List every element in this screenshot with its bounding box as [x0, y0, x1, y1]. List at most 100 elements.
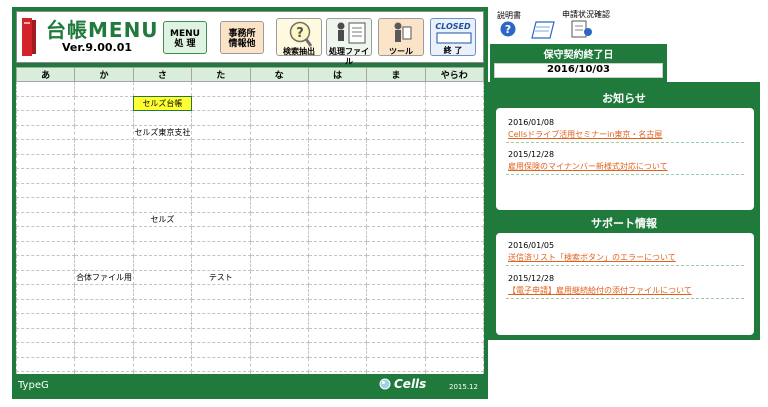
- grid-cell[interactable]: [191, 356, 251, 372]
- processed-file-button[interactable]: 処理ファイル: [326, 18, 372, 66]
- grid-cell[interactable]: [16, 226, 76, 242]
- ledger-entry[interactable]: 合体ファイル用: [74, 269, 134, 285]
- grid-cell[interactable]: [16, 153, 76, 169]
- grid-cell[interactable]: [249, 197, 309, 213]
- grid-cell[interactable]: [16, 95, 76, 111]
- grid-cell[interactable]: [74, 255, 134, 271]
- grid-cell[interactable]: [307, 182, 368, 198]
- grid-cell[interactable]: [132, 168, 193, 184]
- grid-cell[interactable]: [424, 356, 484, 372]
- grid-cell[interactable]: [74, 168, 134, 184]
- grid-cell[interactable]: [249, 226, 309, 242]
- grid-cell[interactable]: [249, 298, 309, 314]
- grid-cell[interactable]: [132, 197, 193, 213]
- grid-cell[interactable]: [424, 240, 484, 256]
- grid-cell[interactable]: [424, 371, 484, 374]
- grid-cell[interactable]: [16, 342, 76, 358]
- grid-cell[interactable]: [74, 197, 134, 213]
- grid-cell[interactable]: [366, 342, 426, 358]
- grid-cell[interactable]: [424, 110, 484, 126]
- grid-cell[interactable]: [424, 197, 484, 213]
- grid-cell[interactable]: [132, 226, 193, 242]
- grid-cell[interactable]: [132, 269, 193, 285]
- grid-cell[interactable]: [424, 327, 484, 343]
- grid-cell[interactable]: [249, 182, 309, 198]
- grid-cell[interactable]: [424, 269, 484, 285]
- grid-cell[interactable]: [249, 211, 309, 227]
- grid-cell[interactable]: [16, 197, 76, 213]
- grid-cell[interactable]: [424, 81, 484, 97]
- grid-cell[interactable]: [307, 168, 368, 184]
- grid-cell[interactable]: [191, 124, 251, 140]
- grid-cell[interactable]: [249, 327, 309, 343]
- grid-cell[interactable]: [191, 327, 251, 343]
- grid-cell[interactable]: [191, 226, 251, 242]
- grid-cell[interactable]: [366, 182, 426, 198]
- grid-cell[interactable]: [74, 81, 134, 97]
- application-status-icon[interactable]: [570, 19, 594, 39]
- grid-cell[interactable]: [249, 110, 309, 126]
- grid-cell[interactable]: [132, 327, 193, 343]
- grid-cell[interactable]: [424, 284, 484, 300]
- grid-cell[interactable]: [132, 284, 193, 300]
- tool-button[interactable]: ツール: [378, 18, 424, 56]
- grid-cell[interactable]: [74, 313, 134, 329]
- grid-cell[interactable]: [307, 269, 368, 285]
- grid-cell[interactable]: [16, 139, 76, 155]
- grid-cell[interactable]: [191, 313, 251, 329]
- grid-cell[interactable]: [16, 182, 76, 198]
- grid-cell[interactable]: [366, 168, 426, 184]
- grid-cell[interactable]: [132, 255, 193, 271]
- grid-cell[interactable]: [16, 269, 76, 285]
- grid-cell[interactable]: [366, 298, 426, 314]
- grid-cell[interactable]: [307, 342, 368, 358]
- grid-cell[interactable]: [191, 95, 251, 111]
- grid-cell[interactable]: [249, 124, 309, 140]
- grid-cell[interactable]: [132, 371, 193, 374]
- grid-cell[interactable]: [307, 298, 368, 314]
- grid-cell[interactable]: [191, 284, 251, 300]
- grid-cell[interactable]: [191, 81, 251, 97]
- grid-cell[interactable]: [424, 139, 484, 155]
- grid-cell[interactable]: [424, 124, 484, 140]
- grid-cell[interactable]: [74, 153, 134, 169]
- grid-cell[interactable]: [366, 197, 426, 213]
- grid-cell[interactable]: [132, 182, 193, 198]
- grid-cell[interactable]: [74, 124, 134, 140]
- grid-cell[interactable]: [366, 356, 426, 372]
- grid-cell[interactable]: [424, 255, 484, 271]
- grid-cell[interactable]: [191, 298, 251, 314]
- grid-cell[interactable]: [132, 153, 193, 169]
- grid-cell[interactable]: [249, 356, 309, 372]
- grid-cell[interactable]: [307, 284, 368, 300]
- grid-cell[interactable]: [366, 255, 426, 271]
- grid-cell[interactable]: [74, 211, 134, 227]
- grid-cell[interactable]: [366, 327, 426, 343]
- grid-cell[interactable]: [191, 371, 251, 374]
- grid-cell[interactable]: [366, 240, 426, 256]
- grid-cell[interactable]: [132, 313, 193, 329]
- ledger-entry[interactable]: セルズ台帳: [132, 95, 193, 111]
- grid-cell[interactable]: [74, 139, 134, 155]
- grid-cell[interactable]: [249, 81, 309, 97]
- grid-cell[interactable]: [249, 284, 309, 300]
- grid-cell[interactable]: [132, 342, 193, 358]
- grid-cell[interactable]: [424, 95, 484, 111]
- grid-cell[interactable]: [16, 168, 76, 184]
- grid-cell[interactable]: [366, 284, 426, 300]
- grid-cell[interactable]: [16, 327, 76, 343]
- grid-cell[interactable]: [16, 124, 76, 140]
- grid-cell[interactable]: [307, 197, 368, 213]
- grid-cell[interactable]: [307, 110, 368, 126]
- grid-cell[interactable]: [249, 240, 309, 256]
- grid-cell[interactable]: [249, 139, 309, 155]
- grid-cell[interactable]: [74, 342, 134, 358]
- grid-cell[interactable]: [424, 298, 484, 314]
- grid-cell[interactable]: [366, 153, 426, 169]
- grid-cell[interactable]: [132, 240, 193, 256]
- grid-cell[interactable]: [366, 313, 426, 329]
- grid-cell[interactable]: [307, 124, 368, 140]
- grid-cell[interactable]: [307, 313, 368, 329]
- grid-cell[interactable]: [74, 356, 134, 372]
- grid-cell[interactable]: [366, 139, 426, 155]
